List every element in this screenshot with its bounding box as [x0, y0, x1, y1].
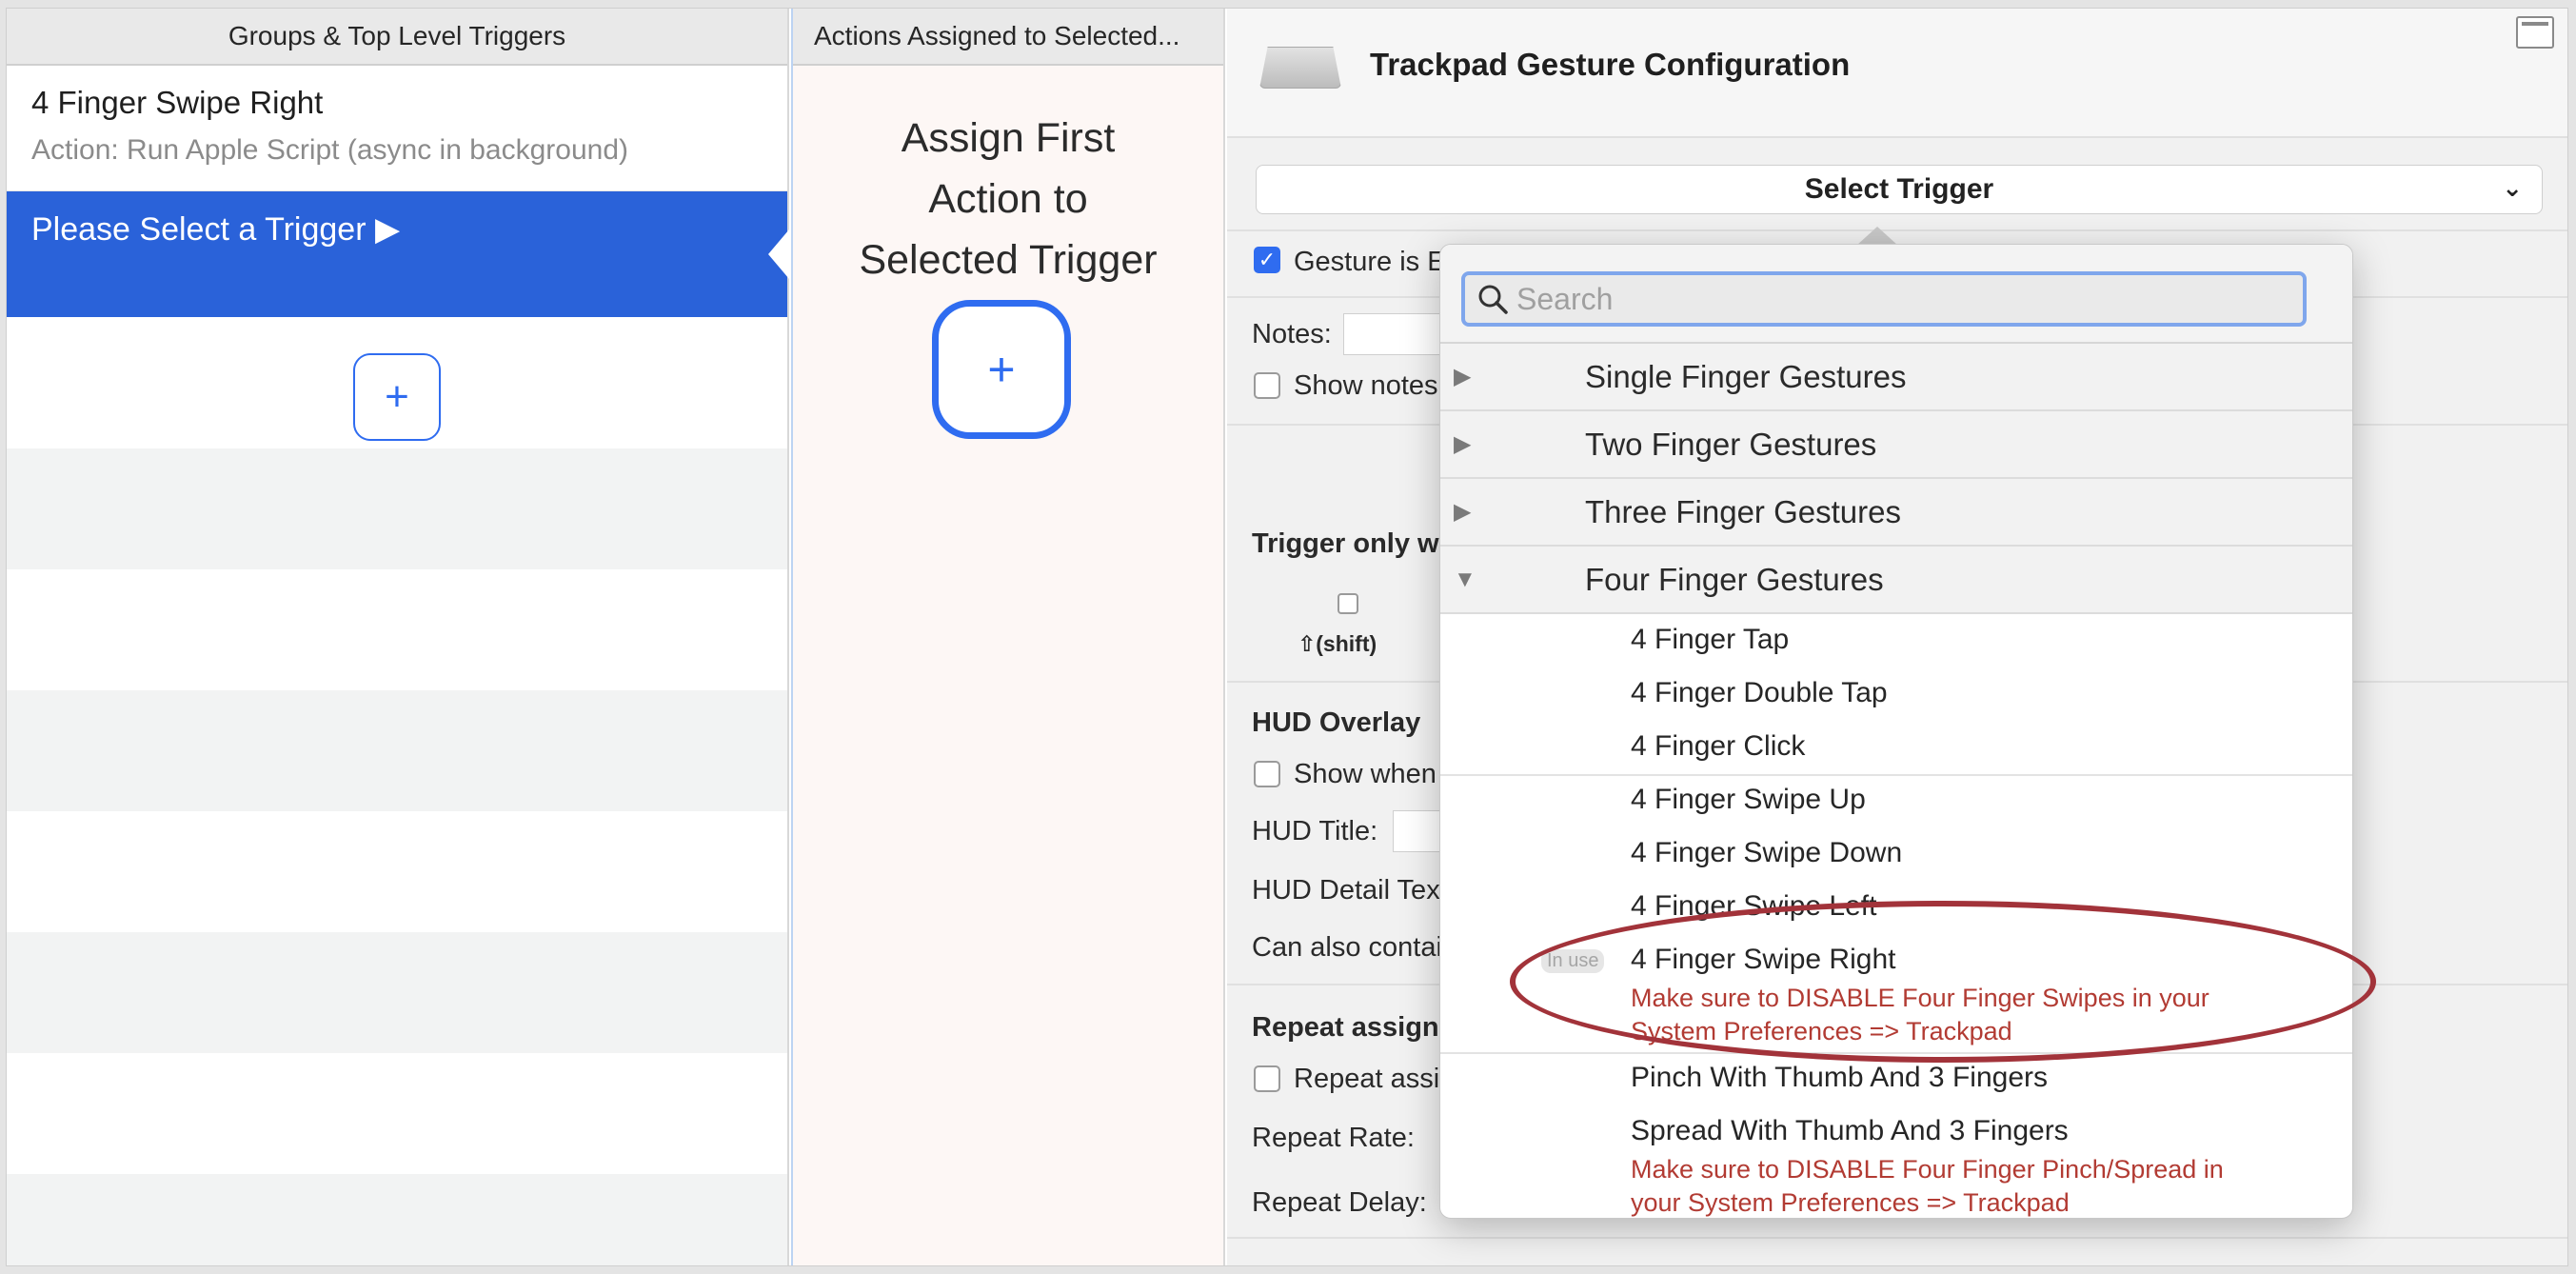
disclosure-down-icon[interactable]: ▼ [1454, 567, 1476, 593]
trigger-popover: ▶ Single Finger Gestures ▶ Two Finger Ge… [1439, 244, 2353, 1219]
show-notes-checkbox[interactable] [1254, 372, 1280, 399]
search-icon [1478, 285, 1508, 314]
gesture-enabled-checkbox[interactable]: ✓ [1254, 247, 1280, 273]
assign-text-line: Action to [928, 176, 1088, 222]
swipe-warning-line: System Preferences => Trackpad [1631, 1017, 2012, 1045]
disclosure-right-icon[interactable]: ▶ [1454, 498, 1471, 526]
disclosure-right-icon[interactable]: ▶ [1454, 363, 1471, 390]
trackpad-icon [1259, 47, 1341, 89]
repeat-checkbox[interactable] [1254, 1065, 1280, 1092]
swipe-warning-line: Make sure to DISABLE Four Finger Swipes … [1631, 984, 2209, 1012]
menu-item-pinch-thumb-3[interactable]: Pinch With Thumb And 3 Fingers [1631, 1062, 2048, 1094]
disclosure-right-icon[interactable]: ▶ [1454, 430, 1471, 458]
can-also-label: Can also contai [1252, 932, 1442, 963]
empty-row [7, 811, 787, 932]
window-toggle-icon[interactable] [2516, 16, 2554, 49]
selection-notch [768, 229, 789, 279]
gesture-enabled-label: Gesture is E [1294, 247, 1446, 277]
config-title: Trackpad Gesture Configuration [1370, 47, 1851, 82]
group-three-finger[interactable]: ▶ Three Finger Gestures [1440, 479, 2352, 547]
assign-first-action-text: Assign First Action to Selected Trigger [793, 108, 1223, 290]
empty-row [7, 569, 787, 690]
trigger-row[interactable]: 4 Finger Swipe Right Action: Run Apple S… [7, 66, 787, 191]
add-trigger-area: + [7, 317, 787, 448]
repeat-rate-label: Repeat Rate: [1252, 1123, 1415, 1153]
popover-pointer [1856, 227, 1898, 246]
group-label: Four Finger Gestures [1585, 561, 1884, 597]
actions-panel: Actions Assigned to Selected... Assign F… [791, 9, 1225, 1265]
menu-item-4-finger-swipe-right[interactable]: 4 Finger Swipe Right [1631, 944, 1895, 976]
search-input[interactable] [1516, 281, 2259, 317]
menu-item-4-finger-double-tap[interactable]: 4 Finger Double Tap [1631, 677, 1888, 709]
repeat-delay-label: Repeat Delay: [1252, 1187, 1427, 1218]
repeat-heading: Repeat assigne [1252, 1012, 1455, 1043]
hud-overlay-heading: HUD Overlay [1252, 707, 1421, 738]
trigger-action-summary: Action: Run Apple Script (async in backg… [31, 134, 628, 166]
add-action-button[interactable]: + [932, 300, 1071, 439]
triggers-panel: Groups & Top Level Triggers 4 Finger Swi… [7, 9, 789, 1265]
menu-item-4-finger-swipe-down[interactable]: 4 Finger Swipe Down [1631, 837, 1902, 869]
hud-show-checkbox[interactable] [1254, 761, 1280, 787]
pinch-warning-line: Make sure to DISABLE Four Finger Pinch/S… [1631, 1155, 2224, 1184]
repeat-label: Repeat assig [1294, 1064, 1456, 1094]
group-single-finger[interactable]: ▶ Single Finger Gestures [1440, 344, 2352, 411]
search-bar [1440, 245, 2352, 344]
group-label: Single Finger Gestures [1585, 358, 1907, 394]
shift-modifier-checkbox[interactable] [1338, 593, 1358, 614]
selected-trigger-label: Please Select a Trigger ▶ [31, 211, 401, 248]
hud-detail-label: HUD Detail Tex [1252, 875, 1440, 906]
show-notes-label: Show notes [1294, 370, 1438, 401]
empty-row [7, 690, 787, 811]
pinch-warning-line: your System Preferences => Trackpad [1631, 1188, 2070, 1217]
group-two-finger[interactable]: ▶ Two Finger Gestures [1440, 411, 2352, 479]
empty-row [7, 448, 787, 569]
actions-header[interactable]: Actions Assigned to Selected... [793, 9, 1223, 66]
empty-row [7, 1053, 787, 1174]
shift-modifier-label: ⇧(shift) [1298, 631, 1377, 656]
select-trigger-label: Select Trigger [1804, 173, 1994, 205]
notes-label: Notes: [1252, 319, 1332, 349]
trigger-title: 4 Finger Swipe Right [31, 85, 324, 120]
divider [1227, 1237, 2567, 1239]
hud-show-label: Show when [1294, 759, 1437, 789]
config-header: Trackpad Gesture Configuration [1227, 9, 2567, 138]
menu-item-4-finger-tap[interactable]: 4 Finger Tap [1631, 624, 1789, 656]
item-divider [1440, 774, 2352, 776]
chevron-down-icon: ⌄ [2502, 173, 2523, 202]
selected-trigger-row[interactable]: Please Select a Trigger ▶ [7, 191, 789, 317]
group-four-finger[interactable]: ▼ Four Finger Gestures [1440, 547, 2352, 614]
menu-item-4-finger-click[interactable]: 4 Finger Click [1631, 730, 1805, 763]
menu-item-4-finger-swipe-left[interactable]: 4 Finger Swipe Left [1631, 890, 1876, 923]
menu-item-4-finger-swipe-up[interactable]: 4 Finger Swipe Up [1631, 784, 1866, 816]
search-box[interactable] [1461, 271, 2307, 327]
select-trigger-dropdown[interactable]: Select Trigger ⌄ [1256, 165, 2543, 214]
hud-title-label: HUD Title: [1252, 816, 1378, 846]
assign-text-line: Assign First [901, 115, 1116, 161]
item-divider [1440, 1052, 2352, 1054]
triggers-header[interactable]: Groups & Top Level Triggers [7, 9, 787, 66]
in-use-badge: In use [1541, 949, 1605, 973]
group-label: Three Finger Gestures [1585, 493, 1901, 529]
assign-text-line: Selected Trigger [859, 237, 1158, 283]
group-label: Two Finger Gestures [1585, 426, 1877, 462]
trigger-only-heading: Trigger only w [1252, 528, 1439, 559]
add-trigger-button[interactable]: + [353, 353, 441, 441]
menu-item-spread-thumb-3[interactable]: Spread With Thumb And 3 Fingers [1631, 1115, 2069, 1147]
empty-row [7, 932, 787, 1053]
empty-row [7, 1174, 787, 1265]
